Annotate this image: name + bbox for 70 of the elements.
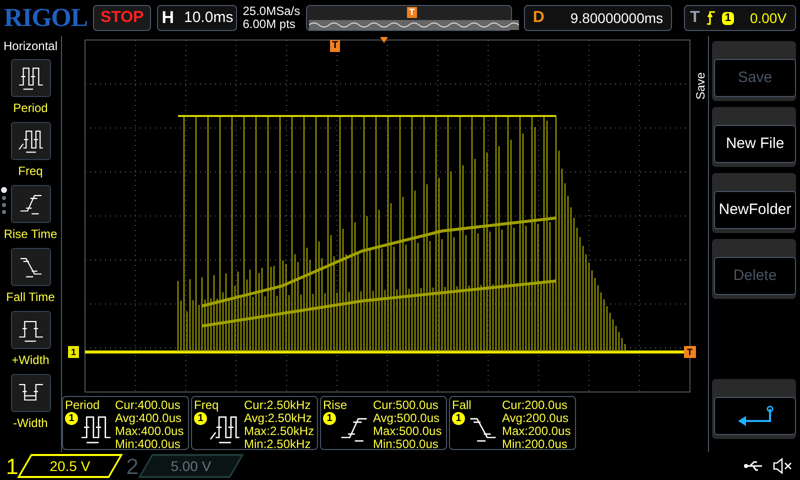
menu-button[interactable]: New File (714, 125, 796, 163)
channel-scale[interactable]: 20.5 V (17, 454, 124, 478)
measurement-name: Fall (452, 399, 472, 412)
channel-badge: 1 (194, 412, 207, 425)
measure-label: +Width (12, 352, 50, 369)
measure-label: Fall Time (6, 289, 55, 306)
channel-badge: 1 (452, 412, 465, 425)
measurement-name: Period (65, 399, 101, 412)
measurement-value: Avg:500.0us (373, 412, 440, 425)
delay-label: D (532, 8, 544, 28)
measurement-name: Rise (323, 399, 348, 412)
timebase-label: H (162, 7, 174, 30)
measure-button[interactable] (10, 311, 50, 349)
memory-depth: 6.00M pts (242, 18, 296, 31)
measurement-value: Cur:2.50kHz (244, 399, 312, 412)
measurement-value: Cur:400.0us (115, 399, 182, 412)
trigger-box[interactable]: T 1 0.00V (684, 5, 796, 31)
trigger-level: 0.00V (750, 8, 787, 28)
measure-label: Period (13, 100, 48, 117)
measurement-value: Min:500.0us (373, 438, 440, 451)
return-arrow-icon (736, 405, 774, 427)
channel-offset-marker: 1 (68, 346, 80, 358)
trigger-marker: T (407, 7, 417, 18)
measurement-value: Min:200.0us (502, 438, 568, 451)
measure-label: Rise Time (4, 226, 58, 243)
scale-value: 5.00 V (170, 456, 211, 476)
run-status[interactable]: STOP (93, 5, 151, 31)
timebase-box[interactable]: H 10.0ms (156, 5, 237, 31)
measure-button[interactable] (10, 374, 50, 412)
scale-value: 20.5 V (50, 456, 90, 476)
measurement-value: Min:400.0us (115, 438, 182, 451)
delay-value: 9.80000000ms (570, 8, 664, 28)
brand-logo: RIGOL (4, 5, 88, 31)
trigger-level-marker: T (684, 346, 696, 358)
measure-button[interactable] (10, 248, 50, 286)
measurement-value: Avg:200.0us (502, 412, 570, 425)
usb-icon (744, 460, 764, 472)
trigger-position-marker: T (330, 40, 340, 52)
measurement-value: Cur:500.0us (373, 399, 440, 412)
menu-button[interactable]: NewFolder (714, 191, 796, 229)
measurement-value: Min:2.50kHz (244, 438, 312, 451)
measure-button[interactable] (10, 185, 50, 223)
measure-label: Freq (18, 163, 43, 180)
measurement-value: Cur:200.0us (502, 399, 568, 412)
triangle-icon (380, 37, 388, 43)
channel-badge: 1 (722, 12, 734, 24)
channel-badge: 1 (323, 412, 336, 425)
mute-icon (772, 458, 792, 474)
measurement-value: Max:200.0us (502, 425, 571, 438)
channel-number: 1 (5, 452, 20, 480)
measurement-name: Freq (194, 399, 220, 412)
measurement-value: Max:500.0us (373, 425, 442, 438)
channel-number: 2 (125, 452, 140, 480)
delay-box[interactable]: D 9.80000000ms (524, 5, 672, 31)
measure-button[interactable] (10, 59, 50, 97)
measurement-value: Max:400.0us (115, 425, 184, 438)
channel-badge: 1 (65, 412, 78, 425)
menu-title: Save (693, 72, 709, 100)
sample-rate: 25.0MSa/s (242, 5, 300, 18)
rising-edge-icon (706, 11, 716, 25)
back-button[interactable] (714, 397, 796, 435)
measure-label: -Width (13, 415, 48, 432)
measure-button[interactable] (10, 122, 50, 160)
menu-title: Horizontal (3, 38, 58, 55)
measurement-value: Max:2.50kHz (244, 425, 314, 438)
measurement-value: Avg:400.0us (115, 412, 182, 425)
timebase-value: 10.0ms (184, 8, 234, 28)
trigger-label: T (690, 8, 700, 28)
measurement-value: Avg:2.50kHz (244, 412, 313, 425)
channel-scale[interactable]: 5.00 V (138, 454, 244, 478)
